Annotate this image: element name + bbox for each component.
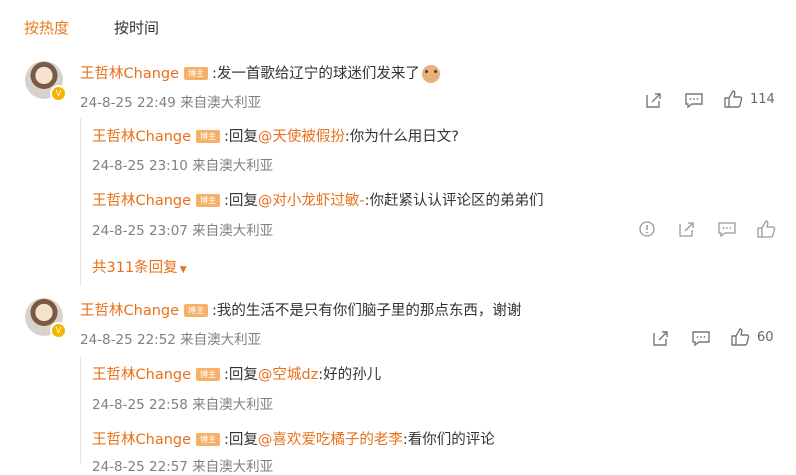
mention-link[interactable]: @空城dz xyxy=(258,367,318,383)
cat-emoji-icon xyxy=(421,64,440,83)
reply-prefix: :回复 xyxy=(224,193,258,209)
like-count: 60 xyxy=(757,330,774,345)
comment-meta: 24-8-25 22:52 来自澳大利亚 xyxy=(80,332,262,348)
author-badge: 博主 xyxy=(196,433,221,446)
author-badge: 博主 xyxy=(184,67,209,80)
reply-text: :你赶紧认认评论区的弟弟们 xyxy=(364,193,544,209)
like-icon[interactable] xyxy=(730,327,750,347)
reply-meta: 24-8-25 22:58 来自澳大利亚 xyxy=(92,397,274,413)
reply-header: 王哲林Change 博主:回复@天使被假扮:你为什么用日文? xyxy=(92,125,459,146)
reply-text: :看你们的评论 xyxy=(402,432,495,448)
tab-by-popularity[interactable]: 按热度 xyxy=(24,17,69,38)
reply-header: 王哲林Change 博主:回复@对小龙虾过敏-:你赶紧认认评论区的弟弟们 xyxy=(92,189,544,210)
comment-icon[interactable] xyxy=(684,90,704,110)
reply-text: :你为什么用日文? xyxy=(344,129,459,145)
comment-meta: 24-8-25 22:49 来自澳大利亚 xyxy=(80,95,262,111)
avatar[interactable]: V xyxy=(25,61,67,102)
reply-prefix: :回复 xyxy=(224,129,258,145)
username-link[interactable]: 王哲林Change xyxy=(92,432,191,448)
share-icon[interactable] xyxy=(677,219,697,239)
username-link[interactable]: 王哲林Change xyxy=(92,193,191,209)
like-count: 114 xyxy=(750,92,775,107)
comment-icon[interactable] xyxy=(691,328,711,348)
verified-icon: V xyxy=(50,85,67,102)
reply-meta: 24-8-25 23:10 来自澳大利亚 xyxy=(92,158,274,174)
reply-prefix: :回复 xyxy=(224,367,258,383)
report-icon[interactable] xyxy=(637,219,657,239)
share-icon[interactable] xyxy=(644,90,664,110)
username-link[interactable]: 王哲林Change xyxy=(92,367,191,383)
mention-link[interactable]: @喜欢爱吃橘子的老李 xyxy=(258,432,403,448)
reply-meta: 24-8-25 22:57 来自澳大利亚 xyxy=(92,459,274,475)
author-badge: 博主 xyxy=(196,130,221,143)
username-link[interactable]: 王哲林Change xyxy=(80,66,179,82)
mention-link[interactable]: @对小龙虾过敏- xyxy=(258,193,365,209)
username-link[interactable]: 王哲林Change xyxy=(92,129,191,145)
reply-header: 王哲林Change 博主:回复@空城dz:好的孙儿 xyxy=(92,363,381,384)
comment-header: 王哲林Change 博主:发一首歌给辽宁的球迷们发来了 xyxy=(80,62,440,83)
reply-divider xyxy=(80,118,81,286)
reply-meta: 24-8-25 23:07 来自澳大利亚 xyxy=(92,223,274,239)
comment-text: :我的生活不是只有你们脑子里的那点东西，谢谢 xyxy=(212,303,522,319)
mention-link[interactable]: @天使被假扮 xyxy=(258,129,345,145)
view-all-replies-link[interactable]: 共311条回复 ▼ xyxy=(92,256,187,277)
reply-header: 王哲林Change 博主:回复@喜欢爱吃橘子的老李:看你们的评论 xyxy=(92,428,495,449)
reply-prefix: :回复 xyxy=(224,432,258,448)
reply-text: :好的孙儿 xyxy=(318,367,382,383)
comment-icon[interactable] xyxy=(717,219,737,239)
author-badge: 博主 xyxy=(184,304,209,317)
more-replies-label: 共311条回复 xyxy=(92,260,178,276)
tab-by-time[interactable]: 按时间 xyxy=(114,17,159,38)
avatar[interactable]: V xyxy=(25,298,67,339)
like-icon[interactable] xyxy=(723,89,743,109)
chevron-down-icon: ▼ xyxy=(179,265,187,275)
author-badge: 博主 xyxy=(196,194,221,207)
author-badge: 博主 xyxy=(196,368,221,381)
like-icon[interactable] xyxy=(756,219,776,239)
reply-divider xyxy=(80,356,81,463)
verified-icon: V xyxy=(50,322,67,339)
comment-header: 王哲林Change 博主:我的生活不是只有你们脑子里的那点东西，谢谢 xyxy=(80,299,521,320)
share-icon[interactable] xyxy=(651,328,671,348)
username-link[interactable]: 王哲林Change xyxy=(80,303,179,319)
comment-text: :发一首歌给辽宁的球迷们发来了 xyxy=(212,66,420,82)
